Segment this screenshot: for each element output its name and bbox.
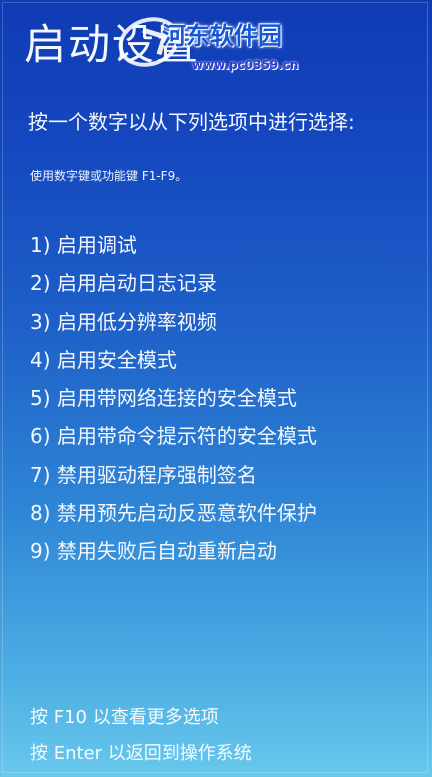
option-enable-debugging[interactable]: 1) 启用调试 (30, 226, 317, 264)
selection-prompt: 按一个数字以从下列选项中进行选择: (28, 110, 355, 134)
return-to-os-instruction[interactable]: 按 Enter 以返回到操作系统 (30, 737, 252, 773)
watermark-url: www.pc0359.cn (192, 58, 299, 72)
watermark: 河东软件园 www.pc0359.cn (112, 9, 323, 76)
option-disable-driver-signature-enforcement[interactable]: 7) 禁用驱动程序强制签名 (30, 456, 317, 494)
option-disable-early-launch-anti-malware[interactable]: 8) 禁用预先启动反恶意软件保护 (30, 494, 317, 532)
key-hint: 使用数字键或功能键 F1-F9。 (30, 169, 188, 183)
option-enable-low-resolution-video[interactable]: 3) 启用低分辨率视频 (30, 303, 317, 341)
more-options-instruction[interactable]: 按 F10 以查看更多选项 (30, 701, 252, 737)
option-enable-safe-mode[interactable]: 4) 启用安全模式 (30, 341, 317, 379)
startup-options-list: 1) 启用调试 2) 启用启动日志记录 3) 启用低分辨率视频 4) 启用安全模… (30, 226, 317, 571)
watermark-name: 河东软件园 (162, 22, 282, 50)
option-enable-boot-logging[interactable]: 2) 启用启动日志记录 (30, 264, 317, 302)
option-disable-auto-restart[interactable]: 9) 禁用失败后自动重新启动 (30, 532, 317, 570)
footer-instructions: 按 F10 以查看更多选项 按 Enter 以返回到操作系统 (30, 701, 252, 773)
option-safe-mode-command-prompt[interactable]: 6) 启用带命令提示符的安全模式 (30, 417, 317, 455)
option-safe-mode-networking[interactable]: 5) 启用带网络连接的安全模式 (30, 379, 317, 417)
